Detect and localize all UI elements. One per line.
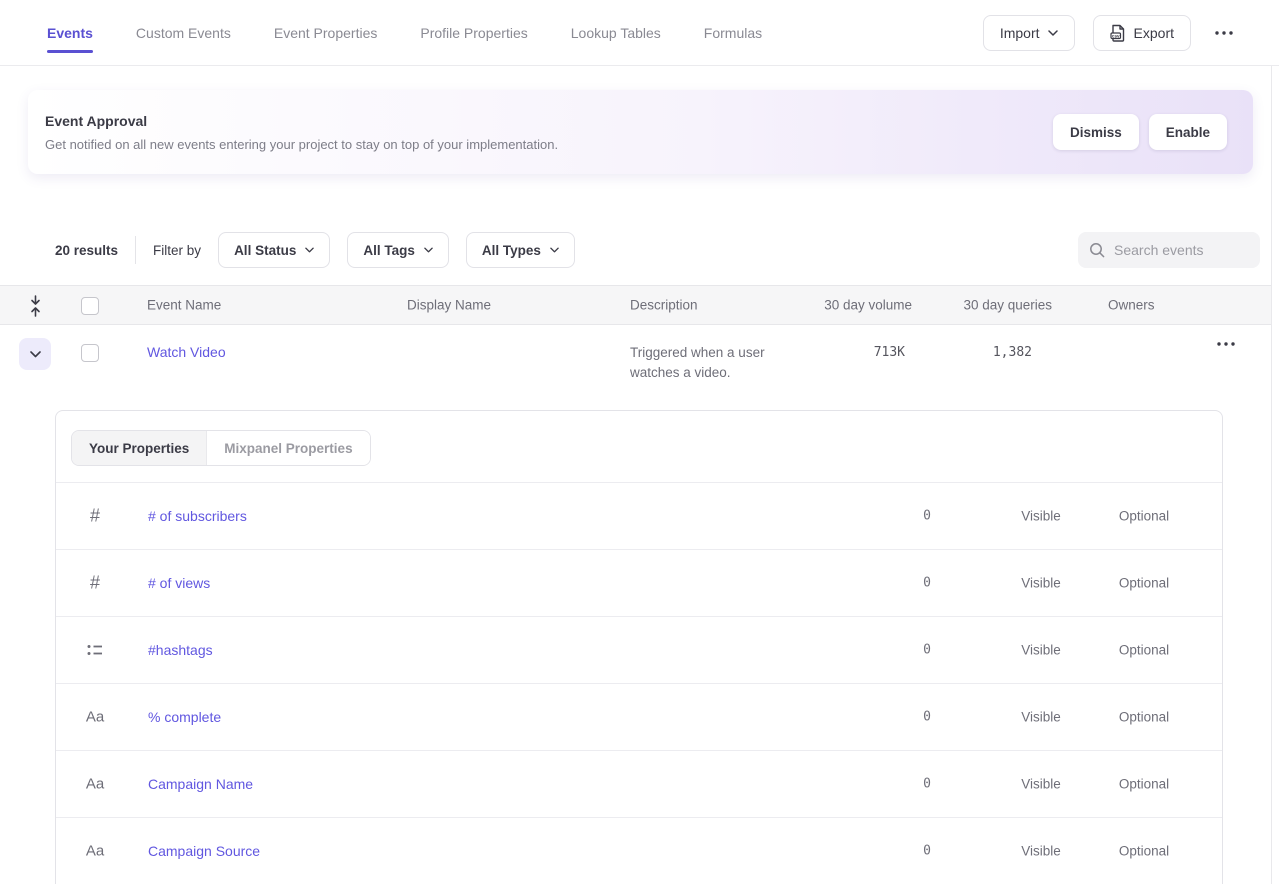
row-actions-menu-icon[interactable]	[1213, 338, 1239, 350]
enable-button[interactable]: Enable	[1149, 114, 1227, 150]
nav-actions: Import csv Export	[983, 0, 1239, 65]
banner-title: Event Approval	[45, 113, 147, 129]
header-description[interactable]: Description	[630, 298, 698, 313]
tab-event-properties[interactable]: Event Properties	[274, 0, 378, 65]
property-requirement[interactable]: Optional	[1108, 643, 1180, 658]
toolbar-divider	[135, 236, 136, 264]
types-filter-value: All Types	[482, 243, 541, 258]
property-name-link[interactable]: Campaign Name	[148, 776, 253, 792]
property-row: #hashtags 0 Visible Optional	[56, 617, 1222, 684]
tab-events[interactable]: Events	[47, 0, 93, 65]
event-name-link[interactable]: Watch Video	[147, 344, 226, 360]
dismiss-button[interactable]: Dismiss	[1053, 114, 1139, 150]
property-name-link[interactable]: # of subscribers	[148, 508, 247, 524]
property-row: Aa % complete 0 Visible Optional	[56, 684, 1222, 751]
tags-filter-value: All Tags	[363, 243, 415, 258]
property-name-link[interactable]: # of views	[148, 575, 210, 591]
tab-formulas[interactable]: Formulas	[704, 0, 762, 65]
text-type-icon: Aa	[83, 709, 107, 726]
export-button[interactable]: csv Export	[1093, 15, 1191, 51]
select-all-checkbox[interactable]	[81, 297, 99, 315]
search-events-input[interactable]	[1114, 242, 1244, 258]
property-visibility[interactable]: Visible	[1005, 777, 1077, 792]
search-icon	[1089, 242, 1105, 258]
status-filter-dropdown[interactable]: All Status	[218, 232, 330, 268]
tab-profile-properties[interactable]: Profile Properties	[420, 0, 527, 65]
results-count: 20 results	[55, 243, 118, 258]
property-queries: 0	[923, 844, 931, 859]
property-requirement[interactable]: Optional	[1108, 509, 1180, 524]
property-requirement[interactable]: Optional	[1108, 576, 1180, 591]
chevron-down-icon	[305, 247, 314, 253]
import-button[interactable]: Import	[983, 15, 1075, 51]
types-filter-dropdown[interactable]: All Types	[466, 232, 575, 268]
status-filter-value: All Status	[234, 243, 296, 258]
property-queries: 0	[923, 509, 931, 524]
events-table-header: Event Name Display Name Description 30 d…	[0, 285, 1271, 325]
property-name-link[interactable]: Campaign Source	[148, 843, 260, 859]
event-row-watch-video: Watch Video Triggered when a user watche…	[0, 326, 1271, 410]
search-events-box	[1078, 232, 1260, 268]
csv-file-icon: csv	[1110, 24, 1126, 42]
header-owners[interactable]: Owners	[1108, 298, 1155, 313]
svg-text:csv: csv	[1111, 33, 1119, 38]
lexicon-events-page: Events Custom Events Event Properties Pr…	[0, 0, 1279, 884]
property-requirement[interactable]: Optional	[1108, 844, 1180, 859]
property-name-link[interactable]: % complete	[148, 709, 221, 725]
chevron-down-icon	[550, 247, 559, 253]
property-queries: 0	[923, 576, 931, 591]
tab-your-properties[interactable]: Your Properties	[72, 431, 207, 465]
tab-lookup-tables[interactable]: Lookup Tables	[571, 0, 661, 65]
property-requirement[interactable]: Optional	[1108, 777, 1180, 792]
property-visibility[interactable]: Visible	[1005, 844, 1077, 859]
header-display-name[interactable]: Display Name	[407, 298, 491, 313]
export-button-label: Export	[1134, 25, 1174, 41]
event-description: Triggered when a user watches a video.	[630, 343, 788, 383]
row-expander-button[interactable]	[19, 338, 51, 370]
header-30-day-volume[interactable]: 30 day volume	[824, 298, 912, 313]
filter-toolbar: 20 results Filter by All Status All Tags…	[55, 232, 575, 268]
property-row: # # of subscribers 0 Visible Optional	[56, 483, 1222, 550]
property-queries: 0	[923, 777, 931, 792]
tags-filter-dropdown[interactable]: All Tags	[347, 232, 449, 268]
property-name-link[interactable]: #hashtags	[148, 642, 213, 658]
tab-custom-events[interactable]: Custom Events	[136, 0, 231, 65]
chevron-down-icon	[1048, 30, 1058, 36]
header-30-day-queries[interactable]: 30 day queries	[963, 298, 1052, 313]
property-visibility[interactable]: Visible	[1005, 643, 1077, 658]
property-visibility[interactable]: Visible	[1005, 509, 1077, 524]
property-row: Aa Campaign Source 0 Visible Optional	[56, 818, 1222, 884]
nav-tab-list: Events Custom Events Event Properties Pr…	[47, 0, 762, 65]
more-options-icon[interactable]	[1209, 27, 1239, 39]
event-properties-panel: Your Properties Mixpanel Properties # # …	[55, 410, 1223, 884]
chevron-down-icon	[424, 247, 433, 253]
text-type-icon: Aa	[83, 843, 107, 860]
event-30-day-volume: 713K	[874, 345, 905, 360]
collapse-all-icon[interactable]	[28, 295, 43, 317]
property-visibility[interactable]: Visible	[1005, 576, 1077, 591]
text-type-icon: Aa	[83, 776, 107, 793]
property-visibility[interactable]: Visible	[1005, 710, 1077, 725]
event-30-day-queries: 1,382	[993, 345, 1032, 360]
row-checkbox[interactable]	[81, 344, 99, 362]
scroll-rail-divider[interactable]	[1271, 66, 1272, 884]
number-type-icon: #	[83, 506, 107, 527]
header-event-name[interactable]: Event Name	[147, 298, 221, 313]
number-type-icon: #	[83, 573, 107, 594]
property-queries: 0	[923, 710, 931, 725]
property-requirement[interactable]: Optional	[1108, 710, 1180, 725]
tab-mixpanel-properties[interactable]: Mixpanel Properties	[207, 431, 369, 465]
filter-by-label: Filter by	[153, 243, 201, 258]
banner-actions: Dismiss Enable	[1053, 114, 1227, 150]
top-navigation: Events Custom Events Event Properties Pr…	[0, 0, 1279, 66]
banner-description: Get notified on all new events entering …	[45, 137, 558, 152]
event-approval-banner: Event Approval Get notified on all new e…	[28, 90, 1253, 174]
property-row: Aa Campaign Name 0 Visible Optional	[56, 751, 1222, 818]
list-type-icon	[83, 644, 107, 657]
properties-tab-control: Your Properties Mixpanel Properties	[71, 430, 371, 466]
property-row: # # of views 0 Visible Optional	[56, 550, 1222, 617]
property-rows: # # of subscribers 0 Visible Optional # …	[56, 483, 1222, 884]
import-button-label: Import	[1000, 25, 1040, 41]
property-queries: 0	[923, 643, 931, 658]
